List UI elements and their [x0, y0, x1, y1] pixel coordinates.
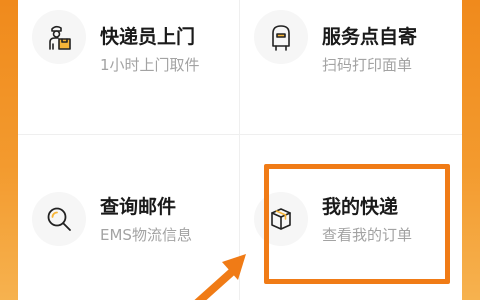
courier-pickup-item[interactable]: 快递员上门 1小时上门取件 — [18, 0, 239, 130]
courier-pickup-title: 快递员上门 — [100, 26, 196, 48]
parcel-locker-icon — [254, 10, 308, 64]
courier-icon — [32, 10, 86, 64]
query-mail-title: 查询邮件 — [100, 196, 177, 218]
highlight-box — [264, 164, 450, 284]
horizontal-divider — [18, 134, 462, 135]
courier-pickup-subtitle: 1小时上门取件 — [100, 56, 200, 74]
self-dropoff-item[interactable]: 服务点自寄 扫码打印面单 — [240, 0, 461, 130]
self-dropoff-title: 服务点自寄 — [322, 26, 418, 48]
pointer-arrow-icon — [194, 254, 246, 300]
query-mail-subtitle: EMS物流信息 — [100, 226, 192, 244]
search-icon — [32, 192, 86, 246]
self-dropoff-subtitle: 扫码打印面单 — [322, 56, 413, 74]
